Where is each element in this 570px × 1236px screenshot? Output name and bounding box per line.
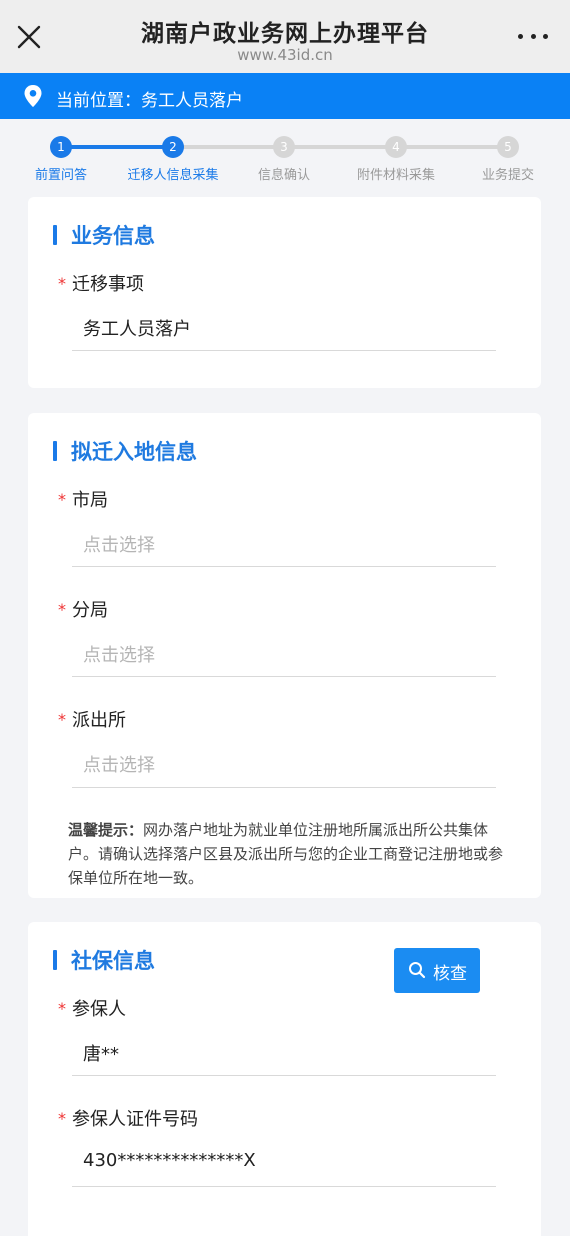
social-info-title: 社保信息 xyxy=(71,949,155,973)
required-mark: * xyxy=(58,600,66,619)
business-info-title: 业务信息 xyxy=(71,224,155,248)
page-title: 湖南户政业务网上办理平台 xyxy=(141,21,429,47)
field-underline xyxy=(72,566,496,567)
step-4-dot: 4 xyxy=(385,136,407,158)
step-5-label: 业务提交 xyxy=(481,168,535,183)
required-mark: * xyxy=(58,1109,66,1128)
section-bar xyxy=(53,950,57,970)
step-5-dot: 5 xyxy=(497,136,519,158)
field-underline xyxy=(72,1075,496,1076)
section-bar xyxy=(53,441,57,461)
step-2-dot: 2 xyxy=(162,136,184,158)
field-underline xyxy=(72,1186,496,1187)
branch-select[interactable]: 点击选择 xyxy=(83,641,155,667)
migration-item-field[interactable]: 务工人员落户 xyxy=(83,315,191,341)
id-number-field[interactable]: 430**************X xyxy=(83,1150,256,1171)
required-mark: * xyxy=(58,710,66,729)
step-2-label: 迁移人信息采集 xyxy=(127,168,219,183)
required-mark: * xyxy=(58,999,66,1018)
step-progress-line xyxy=(61,145,173,149)
id-number-label: 参保人证件号码 xyxy=(72,1109,198,1130)
verify-button-label: 核查 xyxy=(433,964,467,984)
search-icon xyxy=(409,962,426,979)
step-1-label: 前置问答 xyxy=(34,168,88,183)
city-bureau-label: 市局 xyxy=(72,490,108,511)
police-station-select[interactable]: 点击选择 xyxy=(83,751,155,777)
required-mark: * xyxy=(58,274,66,293)
field-underline xyxy=(72,350,496,351)
section-bar xyxy=(53,225,57,245)
migration-item-label: 迁移事项 xyxy=(72,274,144,295)
field-underline xyxy=(72,676,496,677)
app-header: 湖南户政业务网上办理平台 www.43id.cn xyxy=(0,0,570,73)
step-4-label: 附件材料采集 xyxy=(356,168,436,183)
field-underline xyxy=(72,787,496,788)
business-info-card: 业务信息 * 迁移事项 务工人员落户 xyxy=(28,197,541,388)
location-bar: 当前位置：务工人员落户 xyxy=(0,73,570,119)
police-station-label: 派出所 xyxy=(72,710,126,731)
step-3-dot: 3 xyxy=(273,136,295,158)
city-bureau-select[interactable]: 点击选择 xyxy=(83,531,155,557)
location-pin-icon xyxy=(24,85,42,107)
step-1-dot: 1 xyxy=(50,136,72,158)
social-info-card: 社保信息 核查 * 参保人 唐** * 参保人证件号码 430*********… xyxy=(28,922,541,1236)
step-indicator: 1 2 3 4 5 前置问答 迁移人信息采集 信息确认 附件材料采集 业务提交 xyxy=(0,119,570,189)
destination-info-card: 拟迁入地信息 * 市局 点击选择 * 分局 点击选择 * 派出所 点击选择 温馨… xyxy=(28,413,541,898)
reminder-tip: 温馨提示：网办落户地址为就业单位注册地所属派出所公共集体户。请确认选择落户区县及… xyxy=(68,818,508,890)
more-icon[interactable] xyxy=(518,34,548,42)
tip-title: 温馨提示： xyxy=(68,821,144,839)
location-text: 当前位置：务工人员落户 xyxy=(56,91,243,111)
branch-label: 分局 xyxy=(72,600,108,621)
insured-person-label: 参保人 xyxy=(72,999,126,1020)
verify-button[interactable]: 核查 xyxy=(394,948,480,993)
step-3-label: 信息确认 xyxy=(257,168,311,183)
required-mark: * xyxy=(58,490,66,509)
page-url: www.43id.cn xyxy=(237,46,333,64)
insured-person-field[interactable]: 唐** xyxy=(83,1040,119,1066)
destination-info-title: 拟迁入地信息 xyxy=(71,440,197,464)
step-pending-line xyxy=(173,145,508,149)
